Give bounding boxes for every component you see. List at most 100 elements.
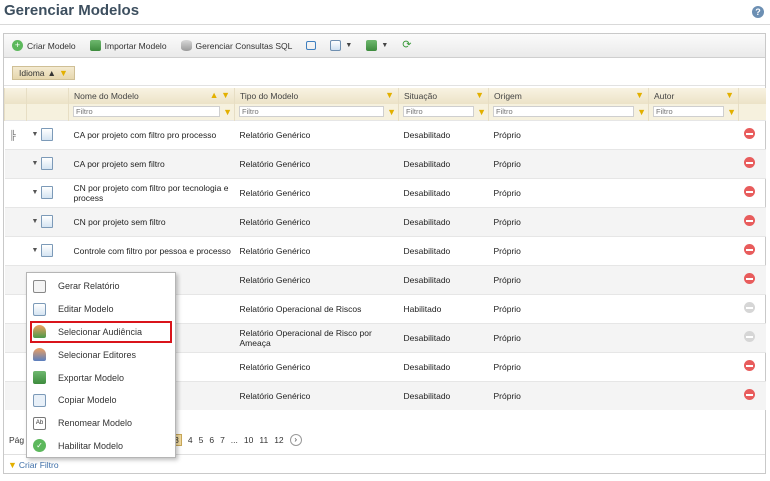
row-actions-menu[interactable]: ▼	[32, 157, 54, 170]
report-icon	[41, 186, 54, 199]
chevron-down-icon: ▼	[31, 247, 39, 254]
filter-icon[interactable]: ▼	[725, 90, 734, 100]
editors-icon	[33, 348, 46, 362]
refresh-button[interactable]: ⟳	[402, 40, 413, 51]
edit-icon	[33, 302, 46, 316]
chevron-down-icon: ▼	[381, 42, 389, 49]
chevron-down-icon: ▼	[31, 218, 39, 225]
filter-icon[interactable]: ▼	[387, 107, 396, 117]
delete-icon[interactable]	[743, 128, 755, 139]
column-header-type[interactable]: Tipo do Modelo ▼	[234, 88, 399, 104]
column-header-author[interactable]: Autor ▼	[648, 88, 739, 104]
page-title: Gerenciar Modelos	[4, 2, 140, 19]
title-divider	[0, 24, 770, 25]
row-actions-menu[interactable]: ▼	[32, 215, 54, 228]
delete-icon[interactable]	[743, 215, 755, 226]
delete-icon[interactable]	[743, 157, 755, 168]
filter-origin-input[interactable]	[493, 106, 634, 118]
delete-icon[interactable]	[743, 186, 755, 197]
page-link[interactable]: 5	[199, 435, 204, 445]
menu-item-select-editors[interactable]: Selecionar Editores	[27, 343, 175, 366]
filter-icon[interactable]: ▲ ▼	[210, 90, 230, 100]
filter-row: ▼ ▼ ▼ ▼ ▼	[4, 104, 766, 120]
menu-item-edit-model[interactable]: Editar Modelo	[27, 298, 175, 321]
delete-icon[interactable]	[743, 244, 755, 255]
hierarchy-button[interactable]	[306, 41, 317, 50]
delete-icon[interactable]	[743, 273, 755, 284]
page-ellipsis: ...	[230, 435, 238, 445]
chevron-down-icon: ▼	[31, 160, 39, 167]
columns-dropdown[interactable]: ▼	[330, 40, 352, 51]
help-icon[interactable]: ?	[752, 6, 764, 18]
filter-status-input[interactable]	[403, 106, 474, 118]
next-page-icon[interactable]: ›	[289, 434, 302, 446]
export-icon	[33, 371, 46, 385]
filter-icon[interactable]: ▼	[475, 90, 484, 100]
filter-icon[interactable]: ▼	[635, 90, 644, 100]
import-model-button[interactable]: Importar Modelo	[89, 40, 167, 51]
refresh-icon: ⟳	[402, 39, 412, 51]
filter-author-input[interactable]	[653, 106, 724, 118]
delete-icon[interactable]	[743, 360, 755, 371]
table-row[interactable]: ▼ Controle com filtro por pessoa e proce…	[4, 235, 766, 265]
column-header-name[interactable]: Nome do Modelo ▲ ▼	[68, 88, 235, 104]
filter-icon[interactable]: ▼	[477, 107, 486, 117]
row-context-menu: Gerar Relatório Editar Modelo Selecionar…	[26, 272, 176, 458]
column-header-origin[interactable]: Origem ▼	[488, 88, 649, 104]
header-row: Nome do Modelo ▲ ▼ Tipo do Modelo ▼ Situaç…	[4, 88, 766, 104]
rename-icon: Ab	[33, 416, 46, 430]
filter-name-input[interactable]	[73, 106, 220, 118]
copy-icon	[33, 393, 46, 407]
report-icon	[41, 157, 54, 170]
group-by-bar: Idioma ▲ ▼	[4, 58, 765, 86]
group-chip-language[interactable]: Idioma ▲ ▼	[12, 66, 75, 80]
create-model-button[interactable]: + Criar Modelo	[12, 40, 76, 51]
menu-item-rename-model[interactable]: Ab Renomear Modelo	[27, 412, 175, 435]
chevron-down-icon: ▼	[31, 189, 39, 196]
menu-item-generate-report[interactable]: Gerar Relatório	[27, 275, 175, 298]
delete-icon	[743, 331, 755, 342]
report-icon	[41, 128, 54, 141]
database-icon	[180, 40, 192, 51]
chevron-down-icon: ▼	[345, 42, 353, 49]
filter-icon[interactable]: ▼	[727, 107, 736, 117]
page-link[interactable]: 10	[244, 435, 253, 445]
menu-item-enable-model[interactable]: ✓ Habilitar Modelo	[27, 435, 175, 458]
page-link[interactable]: 6	[209, 435, 214, 445]
toolbar: + Criar Modelo Importar Modelo Gerenciar…	[4, 34, 765, 58]
tree-icon: ╠	[9, 129, 16, 140]
menu-item-select-audience[interactable]: Selecionar Audiência	[30, 320, 172, 344]
page-link[interactable]: 12	[274, 435, 283, 445]
row-actions-menu[interactable]: ▼	[32, 244, 54, 257]
table-row[interactable]: ▼ CN por projeto sem filtro Relatório Gen…	[4, 206, 766, 236]
menu-item-copy-model[interactable]: Copiar Modelo	[27, 389, 175, 412]
columns-icon	[330, 40, 342, 51]
filter-icon[interactable]: ▼	[59, 68, 68, 78]
delete-icon	[743, 302, 755, 313]
menu-item-export-model[interactable]: Exportar Modelo	[27, 366, 175, 389]
filter-icon[interactable]: ▼	[637, 107, 646, 117]
report-icon	[41, 244, 54, 257]
report-icon	[41, 215, 54, 228]
column-header-status[interactable]: Situação ▼	[398, 88, 489, 104]
page-link[interactable]: 11	[259, 435, 268, 445]
table-row[interactable]: ╠ ▼ CA por projeto com filtro pro proces…	[4, 119, 766, 149]
report-icon	[33, 279, 46, 293]
chevron-down-icon: ▼	[31, 131, 39, 138]
table-row[interactable]: ▼ CN por projeto com filtro por tecnolog…	[4, 177, 766, 207]
table-row[interactable]: ▼ CA por projeto sem filtro Relatório Gen…	[4, 148, 766, 178]
row-actions-menu[interactable]: ▼	[32, 186, 54, 199]
row-actions-menu[interactable]: ▼	[32, 128, 54, 141]
page-link[interactable]: 4	[188, 435, 193, 445]
import-icon	[89, 40, 101, 51]
plus-icon: +	[12, 40, 23, 51]
hierarchy-icon	[306, 41, 317, 50]
export-dropdown[interactable]: ▼	[366, 40, 388, 51]
filter-icon: ▼	[8, 459, 17, 470]
manage-sql-button[interactable]: Gerenciar Consultas SQL	[180, 40, 292, 51]
filter-icon[interactable]: ▼	[385, 90, 394, 100]
delete-icon[interactable]	[743, 389, 755, 401]
page-link[interactable]: 7	[220, 435, 225, 445]
filter-icon[interactable]: ▼	[223, 107, 232, 117]
filter-type-input[interactable]	[239, 106, 384, 118]
